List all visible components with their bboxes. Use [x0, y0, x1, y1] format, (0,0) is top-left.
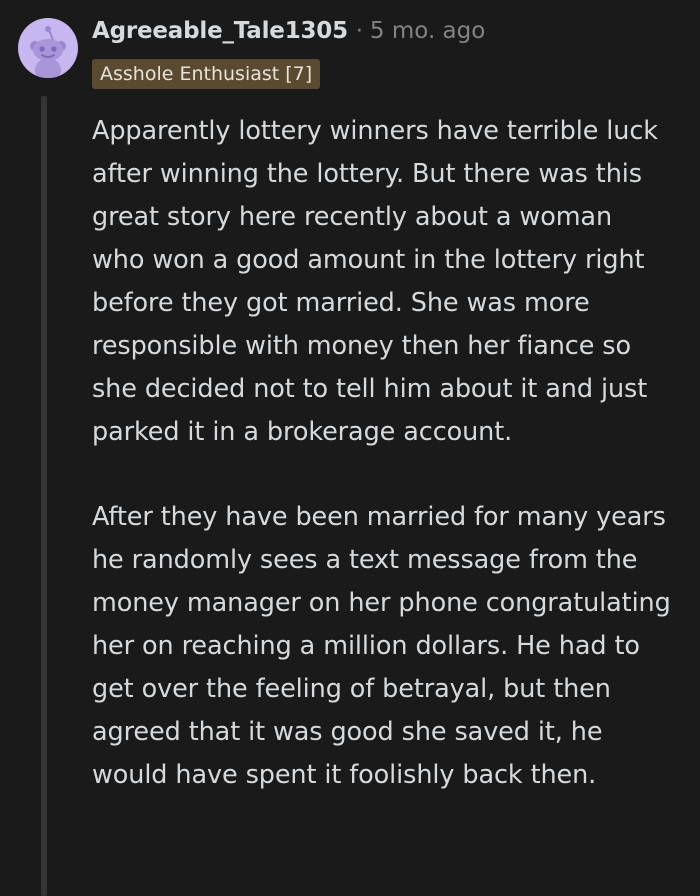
thread-collapse-line[interactable]: [41, 96, 47, 896]
comment: Agreeable_Tale1305 · 5 mo. ago Asshole E…: [0, 0, 700, 896]
snoo-avatar-icon: [30, 26, 66, 78]
username-link[interactable]: Agreeable_Tale1305: [92, 18, 348, 44]
user-flair-badge: Asshole Enthusiast [7]: [92, 59, 321, 89]
comment-body: Apparently lottery winners have terrible…: [92, 110, 672, 797]
comment-paragraph: After they have been married for many ye…: [92, 502, 671, 790]
user-avatar[interactable]: [18, 18, 78, 78]
comment-meta: Agreeable_Tale1305 · 5 mo. ago: [92, 14, 485, 48]
comment-paragraph: Apparently lottery winners have terrible…: [92, 116, 658, 447]
meta-separator: ·: [355, 18, 363, 44]
comment-timestamp[interactable]: 5 mo. ago: [370, 18, 485, 44]
